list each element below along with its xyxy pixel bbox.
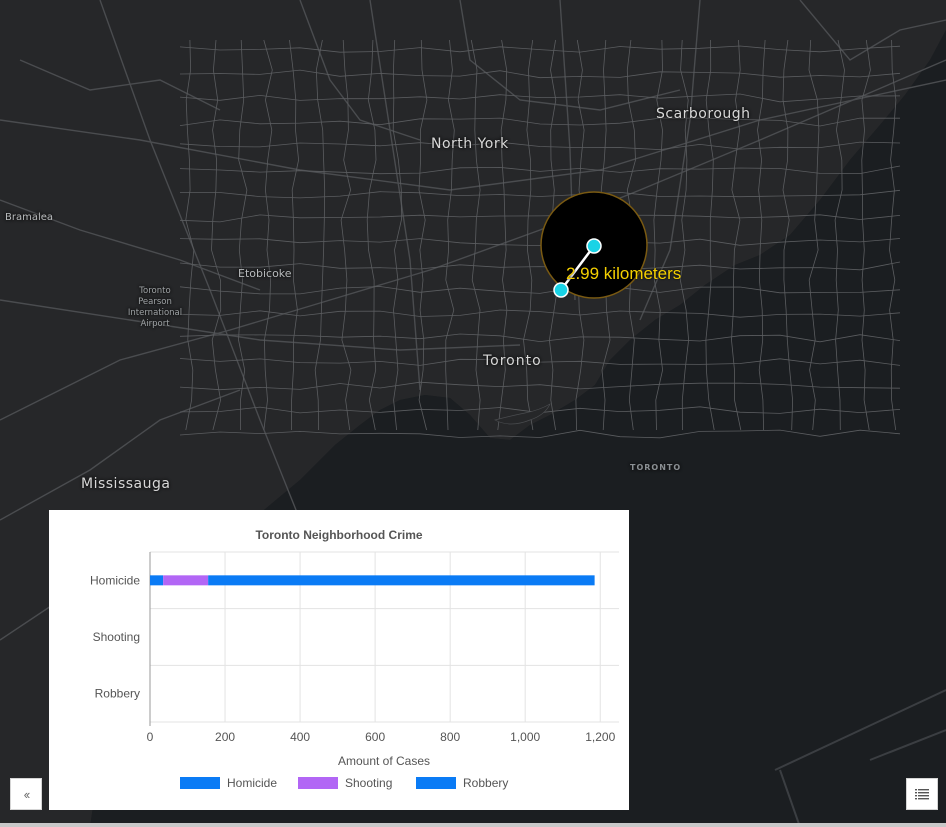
list-icon: [915, 789, 929, 800]
x-tick-label: 1,000: [510, 730, 540, 744]
label-toronto-water: TORONTO: [630, 463, 682, 472]
category-label: Robbery: [95, 687, 140, 701]
x-tick-label: 1,200: [585, 730, 615, 744]
airport-label-line: International: [127, 308, 183, 318]
bar-segment: [208, 575, 595, 586]
legend-swatch: [180, 777, 220, 789]
chart-title: Toronto Neighborhood Crime: [255, 528, 422, 542]
crime-chart-panel: Toronto Neighborhood Crime Homicide Shoot…: [49, 510, 629, 810]
measure-start-point[interactable]: [553, 282, 569, 298]
x-tick-label: 0: [147, 730, 154, 744]
chart-x-tick-labels: 0 200 400 600 800 1,000 1,200: [147, 730, 616, 744]
label-north-york: North York: [431, 136, 509, 152]
x-tick-label: 800: [440, 730, 460, 744]
bottom-attribution-strip: [0, 823, 946, 827]
label-scarborough: Scarborough: [656, 106, 751, 122]
x-tick-label: 200: [215, 730, 235, 744]
legend-swatch: [298, 777, 338, 789]
bar-segment: [150, 575, 164, 586]
chart-legend[interactable]: Homicide Shooting Robbery: [180, 776, 508, 790]
collapse-panel-button[interactable]: ‹‹: [10, 778, 42, 810]
measure-distance-label: 2.99 kilometers: [566, 264, 682, 283]
legend-label: Homicide: [227, 776, 277, 790]
label-toronto: Toronto: [483, 353, 542, 369]
category-label: Shooting: [93, 630, 140, 644]
crime-bar-chart: Toronto Neighborhood Crime Homicide Shoot…: [90, 528, 619, 790]
x-tick-label: 400: [290, 730, 310, 744]
double-chevron-left-icon: ‹‹: [23, 786, 31, 802]
airport-label-line: Toronto: [139, 286, 171, 296]
chart-x-axis-label: Amount of Cases: [338, 754, 430, 768]
airport-label-line: Pearson: [138, 297, 172, 307]
bar-segment: [163, 575, 209, 586]
layer-list-button[interactable]: [906, 778, 938, 810]
chart-bars: [150, 575, 595, 586]
label-pearson-airport: Toronto Pearson International Airport: [123, 286, 187, 330]
x-tick-label: 600: [365, 730, 385, 744]
chart-category-labels: Homicide Shooting Robbery: [90, 573, 140, 700]
label-mississauga: Mississauga: [81, 476, 171, 492]
category-label: Homicide: [90, 573, 140, 587]
legend-label: Shooting: [345, 776, 392, 790]
label-bramalea: Bramalea: [5, 212, 54, 223]
legend-swatch: [416, 777, 456, 789]
airport-label-line: Airport: [140, 319, 170, 329]
label-etobicoke: Etobicoke: [238, 267, 292, 280]
legend-label: Robbery: [463, 776, 508, 790]
measure-end-point[interactable]: [586, 238, 602, 254]
